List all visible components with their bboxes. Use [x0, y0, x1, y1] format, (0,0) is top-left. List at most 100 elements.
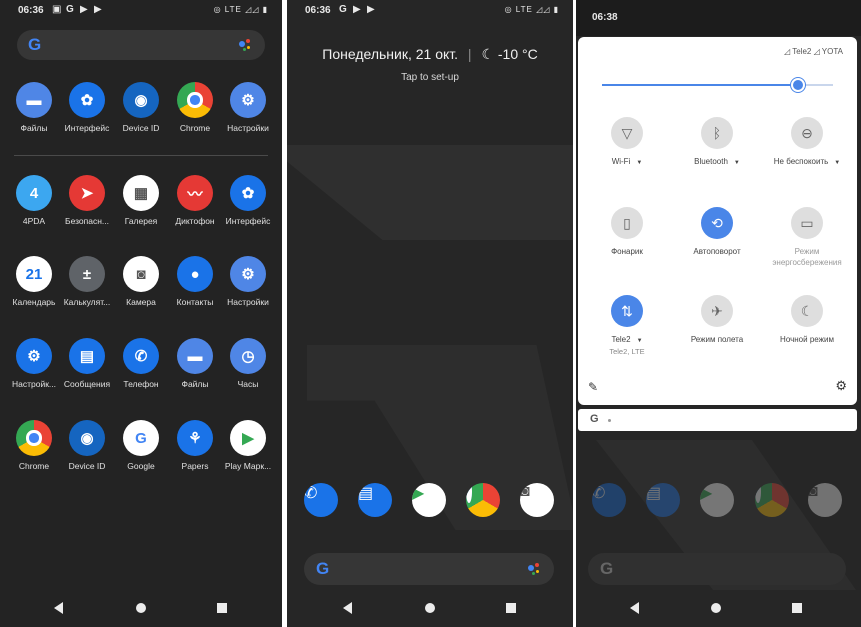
app-interface[interactable]: ✿ Интерфейс — [60, 82, 114, 133]
date-label: Понедельник, 21 окт. — [322, 46, 459, 62]
at-a-glance-widget[interactable]: Понедельник, 21 окт. | ☾ -10 °C — [287, 46, 573, 63]
app-files[interactable]: ▬ Файлы — [168, 338, 222, 389]
phone-icon: ✆ — [123, 338, 159, 374]
tile-autorotate[interactable]: ⟲ Автоповорот — [669, 207, 765, 257]
brightness-thumb[interactable] — [791, 78, 806, 92]
tile-label-text: Wi-Fi — [611, 157, 631, 166]
recents-icon[interactable] — [217, 603, 227, 613]
airplane-icon[interactable]: ✈ — [701, 295, 733, 327]
wifi-icon[interactable]: ▽ — [611, 117, 643, 149]
autorotate-icon[interactable]: ⟲ — [701, 207, 733, 239]
google-logo-icon: G — [28, 35, 42, 54]
dock-camera: ◙ — [808, 483, 842, 517]
home-icon[interactable] — [425, 603, 435, 613]
dropdown-caret-icon[interactable]: ▼ — [734, 160, 740, 166]
assistant-icon[interactable] — [239, 39, 253, 53]
app-calculator[interactable]: ± Калькулят... — [60, 256, 114, 307]
dock-chrome[interactable] — [466, 483, 500, 517]
google-icon: G — [123, 420, 159, 456]
app-settings[interactable]: ⚙ Настройки — [221, 256, 275, 307]
app-phone[interactable]: ✆ Телефон — [114, 338, 168, 389]
setup-label[interactable]: Tap to set-up — [287, 72, 573, 83]
app-clock[interactable]: ◷ Часы — [221, 338, 275, 389]
tile-label-text: Не беспокоить — [773, 157, 829, 166]
tile-mobile-data[interactable]: ⇅ Tele2 ▼ Tele2, LTE — [579, 295, 675, 357]
flashlight-icon[interactable]: ▯ — [611, 207, 643, 239]
app-device-id[interactable]: ◉ Device ID — [60, 420, 114, 471]
settings-icon: ⚙ — [230, 256, 266, 292]
bluetooth-icon[interactable]: ᛒ — [701, 117, 733, 149]
app-contacts[interactable]: ● Контакты — [168, 256, 222, 307]
tile-flashlight[interactable]: ▯ Фонарик — [579, 207, 675, 257]
app-label: Google — [127, 461, 155, 471]
tile-airplane[interactable]: ✈ Режим полета — [669, 295, 765, 345]
app-calendar[interactable]: 21 Календарь — [7, 256, 61, 307]
messages-icon: ▤ — [69, 338, 105, 374]
app-interface[interactable]: ✿ Интерфейс — [221, 175, 275, 226]
tile-bluetooth[interactable]: ᛒ Bluetooth ▼ — [669, 117, 765, 169]
status-time: 06:36 — [18, 5, 44, 16]
back-icon[interactable] — [343, 602, 352, 614]
recents-icon[interactable] — [792, 603, 802, 613]
app-google[interactable]: G Google — [114, 420, 168, 471]
search-strip[interactable]: G — [578, 409, 857, 431]
recents-icon[interactable] — [506, 603, 516, 613]
dock-camera[interactable]: ◙ — [520, 483, 554, 517]
app-label: Файлы — [20, 123, 48, 133]
search-bar[interactable]: G — [304, 553, 554, 585]
camera-icon: ◙ — [123, 256, 159, 292]
app-label: Интерфейс — [225, 216, 271, 226]
messages-icon: ▤ — [358, 483, 392, 517]
app-settings[interactable]: ⚙ Настройк... — [7, 338, 61, 389]
app-label: Камера — [126, 297, 156, 307]
app-camera[interactable]: ◙ Камера — [114, 256, 168, 307]
dropdown-caret-icon[interactable]: ▼ — [636, 160, 642, 166]
nav-bar — [576, 596, 861, 620]
tile-dnd[interactable]: ⊖ Не беспокоить ▼ — [759, 117, 855, 169]
app-chrome[interactable]: Chrome — [7, 420, 61, 471]
tile-sublabel: Tele2, LTE — [609, 347, 645, 356]
dnd-icon[interactable]: ⊖ — [791, 117, 823, 149]
app-drawer-screen: 06:36 ▣ G ▶ ▶ ◎ LTE ◿◿ ▮ G ▬ Файлы ✿ Интерф… — [0, 0, 282, 627]
app-play-store[interactable]: ▶ Play Марк... — [221, 420, 275, 471]
app-recorder[interactable]: 〰 Диктофон — [168, 175, 222, 226]
dropdown-caret-icon[interactable]: ▼ — [637, 338, 643, 344]
home-icon[interactable] — [711, 603, 721, 613]
app-messages[interactable]: ▤ Сообщения — [60, 338, 114, 389]
app-device-id[interactable]: ◉ Device ID — [114, 82, 168, 133]
dropdown-caret-icon[interactable]: ▼ — [834, 160, 840, 166]
brightness-slider[interactable] — [602, 78, 833, 92]
tile-wifi[interactable]: ▽ Wi-Fi ▼ — [579, 117, 675, 169]
app-label: Chrome — [179, 123, 211, 133]
dock-phone[interactable]: ✆ — [304, 483, 338, 517]
app-settings[interactable]: ⚙ Настройки — [221, 82, 275, 133]
app-gallery[interactable]: ▦ Галерея — [114, 175, 168, 226]
tile-battery-saver[interactable]: ▭ Режим энергосбережения — [759, 207, 855, 268]
home-icon[interactable] — [136, 603, 146, 613]
assistant-icon[interactable] — [528, 563, 542, 577]
app-4pda[interactable]: 4 4PDA — [7, 175, 61, 226]
back-icon[interactable] — [630, 602, 639, 614]
tile-label: Не беспокоить ▼ — [759, 156, 855, 169]
app-files[interactable]: ▬ Файлы — [7, 82, 61, 133]
back-icon[interactable] — [54, 602, 63, 614]
app-papers[interactable]: ⚘ Papers — [168, 420, 222, 471]
app-security[interactable]: ➤ Безопасн... — [60, 175, 114, 226]
dock-messages[interactable]: ▤ — [358, 483, 392, 517]
app-chrome[interactable]: Chrome — [168, 82, 222, 133]
tile-label-text: Tele2 — [611, 335, 631, 344]
tile-label-text: Режим энергосбережения — [772, 247, 842, 267]
settings-gear-icon[interactable]: ⚙ — [835, 378, 847, 394]
mobile-data-icon[interactable]: ⇅ — [611, 295, 643, 327]
google-notification-icon: G — [339, 4, 347, 15]
night-mode-icon[interactable]: ☾ — [791, 295, 823, 327]
battery-saver-icon[interactable]: ▭ — [791, 207, 823, 239]
nav-bar — [0, 596, 282, 620]
dock-play-store[interactable]: ▶ — [412, 483, 446, 517]
edit-icon[interactable]: ✎ — [588, 380, 598, 394]
files-icon: ▬ — [16, 82, 52, 118]
search-bar[interactable]: G — [17, 30, 265, 60]
play-store-icon: ▶ — [700, 483, 734, 517]
tile-night-mode[interactable]: ☾ Ночной режим — [759, 295, 855, 345]
tile-label-text: Bluetooth — [694, 157, 728, 166]
